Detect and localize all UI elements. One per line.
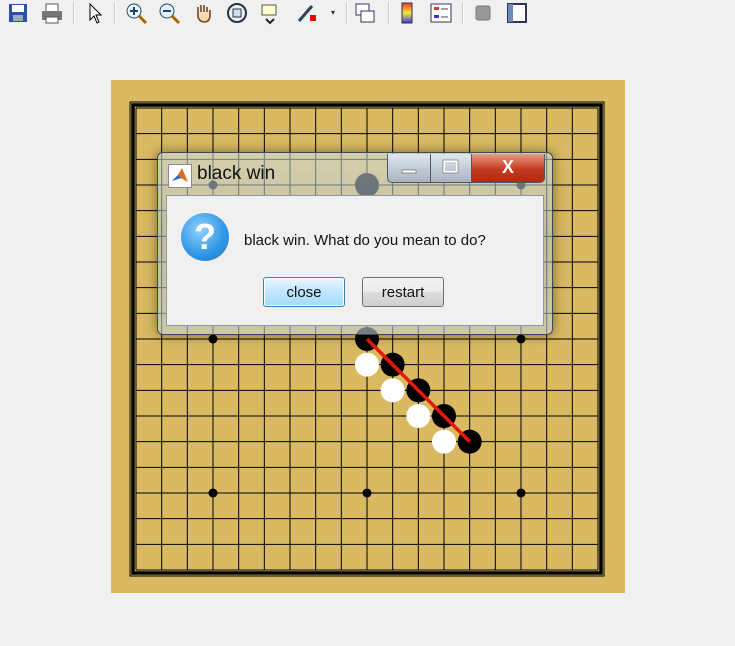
star-point [516,488,526,498]
save-icon[interactable] [6,1,30,25]
figure-toolbar: ▾ [0,0,735,27]
toolbar-separator [114,2,116,24]
question-icon: ? [181,213,229,261]
zoom-in-icon[interactable] [124,1,148,25]
star-point [208,334,218,344]
minimize-button[interactable] [387,154,431,183]
win-dialog: black win X ? black win. What do you mea… [157,152,553,335]
close-icon: X [501,157,514,177]
print-icon[interactable] [40,1,64,25]
pointer-icon[interactable] [83,1,107,25]
white-stone [355,352,379,377]
legend-icon[interactable] [429,1,453,25]
dialog-body: ? black win. What do you mean to do? clo… [166,195,544,326]
white-stone [432,429,456,454]
star-point [362,488,372,498]
white-stone [380,378,405,403]
restart-button[interactable]: restart [362,277,444,307]
toolbar-separator [73,2,75,24]
star-point [208,488,218,498]
data-cursor-icon[interactable] [258,1,282,25]
hide-plot-tools-icon[interactable] [471,1,495,25]
white-stone [406,404,431,428]
toolbar-separator [388,2,390,24]
dropdown-arrow-icon[interactable]: ▾ [331,9,339,17]
toolbar-separator [346,2,348,24]
maximize-button[interactable] [430,154,472,183]
close-button[interactable]: close [263,277,345,307]
toolbar-separator [462,2,464,24]
show-plot-tools-icon[interactable] [505,1,529,25]
dialog-title: black win [197,163,276,184]
rotate-3d-icon[interactable] [225,1,249,25]
brush-icon[interactable] [294,1,318,25]
star-point [516,334,526,344]
colorbar-icon[interactable] [395,1,419,25]
zoom-out-icon[interactable] [157,1,181,25]
dialog-message: black win. What do you mean to do? [244,232,486,249]
matlab-app-icon [168,164,192,188]
link-plot-icon[interactable] [353,1,377,25]
pan-hand-icon[interactable] [192,1,216,25]
window-close-button[interactable]: X [471,154,545,183]
